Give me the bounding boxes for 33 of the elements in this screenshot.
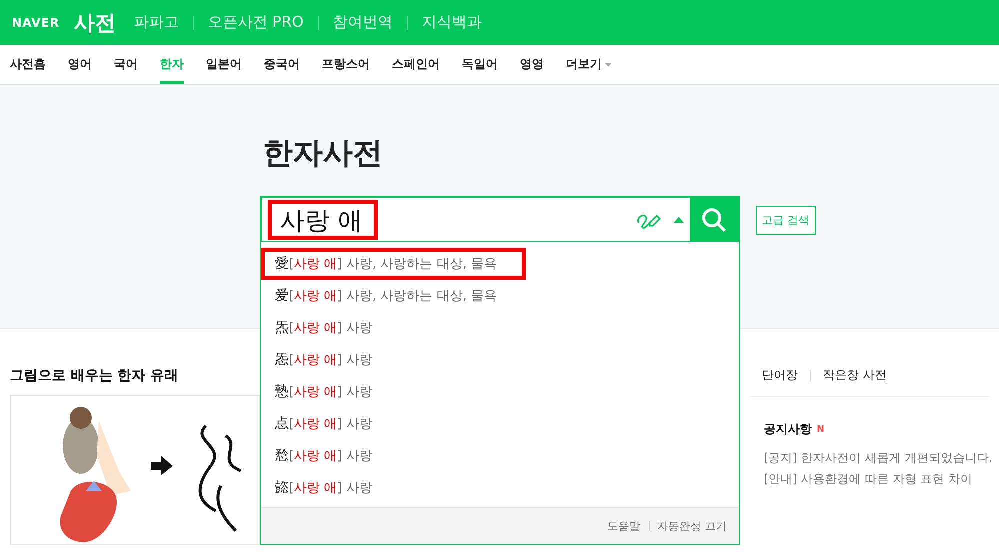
search-icon: [701, 206, 727, 232]
footer-link[interactable]: 도움말: [608, 518, 640, 534]
search-field[interactable]: 사랑 애: [268, 200, 378, 240]
triangle-up-icon: [674, 216, 684, 222]
side-link[interactable]: 단어장: [762, 367, 798, 384]
notice-link[interactable]: [공지] 한자사전이 새롭게 개편되었습니다.: [750, 448, 990, 469]
notice-title: 공지사항: [764, 421, 812, 438]
nav-tab[interactable]: 독일어: [462, 45, 498, 84]
nav-tab[interactable]: 영영: [520, 45, 544, 84]
suggestion-item[interactable]: 慹[사랑 애] 사랑: [261, 376, 739, 408]
search-button[interactable]: [690, 198, 738, 241]
suggestion-item[interactable]: 爱[사랑 애] 사랑, 사랑하는 대상, 물욕: [261, 280, 739, 312]
nav-tab[interactable]: 중국어: [264, 45, 300, 84]
suggestion-item[interactable]: 愛[사랑 애] 사랑, 사랑하는 대상, 물욕: [261, 248, 526, 280]
suggestion-item[interactable]: 㥤[사랑 애] 사랑: [261, 440, 739, 472]
caret-icon: [605, 62, 612, 66]
nav-tab[interactable]: 더보기: [566, 45, 612, 84]
nav-tab[interactable]: 국어: [114, 45, 138, 84]
nav-tab[interactable]: 사전홈: [10, 45, 46, 84]
nav-tab[interactable]: 일본어: [206, 45, 242, 84]
section-title: 그림으로 배우는 한자 유래: [10, 367, 180, 385]
suggestion-item[interactable]: 㤐[사랑 애] 사랑: [261, 408, 739, 440]
page-title: 한자사전: [263, 135, 384, 173]
notice-link[interactable]: [안내] 사용환경에 따른 자형 표현 차이: [750, 469, 990, 490]
side-link[interactable]: 작은창 사전: [823, 367, 887, 384]
footer-link[interactable]: 자동완성 끄기: [658, 518, 727, 534]
nav-tab[interactable]: 스페인어: [392, 45, 440, 84]
new-label: N: [817, 424, 825, 434]
nav-tab[interactable]: 프랑스어: [322, 45, 370, 84]
suggestion-item[interactable]: 㤅[사랑 애] 사랑: [261, 344, 739, 376]
suggestion-item[interactable]: 㦤[사랑 애] 사랑: [261, 472, 739, 504]
suggestion-item[interactable]: 炁[사랑 애] 사랑: [261, 312, 739, 344]
nav-tab[interactable]: 영어: [68, 45, 92, 84]
